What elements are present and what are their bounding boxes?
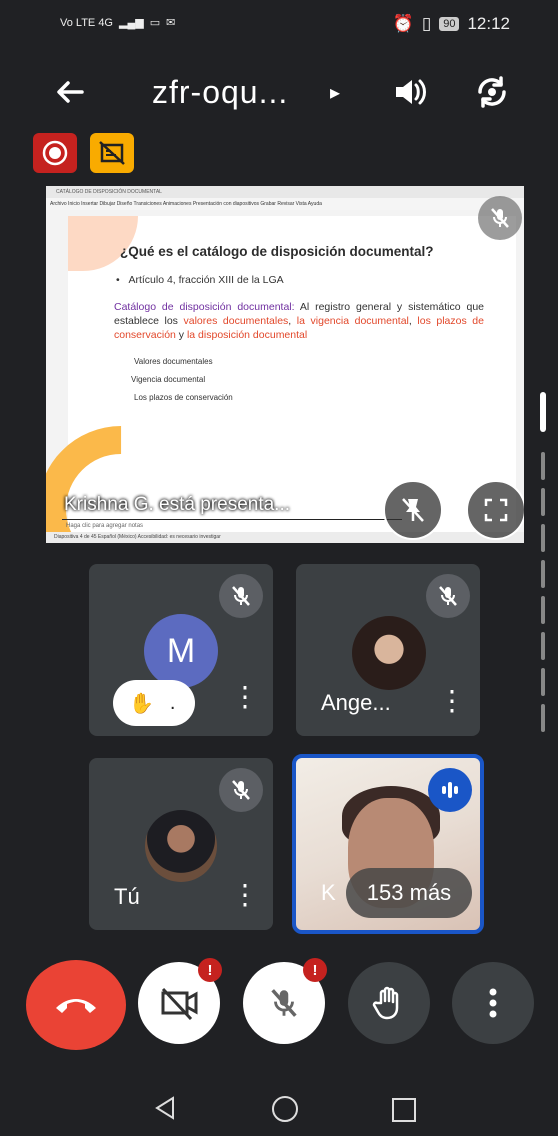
slide-paragraph: Catálogo de disposición documental: Al r… [114,300,484,342]
caret-right-icon[interactable]: ▸ [330,80,340,105]
bullet-text: Artículo 4, fracción XIII de la LGA [128,274,284,286]
para-text-2: , [288,315,297,327]
ppt-statusbar: Diapositiva 4 de 45 Español (México) Acc… [46,532,524,543]
system-nav-bar [0,1078,558,1136]
record-icon [42,140,68,166]
ppt-menubar: Archivo Inicio Insertar Dibujar Diseño T… [46,198,524,210]
slide-bullet: • Artículo 4, fracción XIII de la LGA [116,274,284,286]
muted-indicator [219,768,263,812]
muted-indicator [219,574,263,618]
clock: 12:12 [467,14,510,33]
speaking-indicator [428,768,472,812]
slide-title: ¿Qué es el catálogo de disposición docum… [120,244,434,259]
meeting-header: zfr-oqu... ▸ [0,58,558,128]
hand-icon [372,986,399,1020]
more-participants-button[interactable]: 153 más [346,868,472,918]
status-left: Vo LTE 4G ▂▄▆ ▭ ✉ [60,16,176,30]
more-vert-icon [489,988,497,1018]
alert-badge-icon: ! [198,958,222,982]
switch-camera-button[interactable] [472,72,512,112]
para-red-2: la vigencia documental [296,315,409,327]
audio-level-icon [442,782,458,798]
para-red-1: valores documentales [183,315,289,327]
battery-level: 90 [439,17,460,31]
presenter-divider [62,519,402,520]
muted-indicator [426,574,470,618]
nav-back-icon[interactable] [154,1096,176,1120]
mic-off-icon [232,586,250,606]
nav-home-icon[interactable] [272,1096,298,1122]
cast-icon: ▭ [149,17,161,29]
vibrate-icon: ▯ [421,14,432,33]
avatar [145,810,217,882]
camera-toggle-button[interactable]: ! [138,958,222,1044]
camera-off-icon [161,987,198,1020]
alert-badge-icon: ! [303,958,327,982]
participant-tile-self[interactable]: Tú ⋮ [89,758,273,930]
switch-camera-icon [478,76,506,108]
slide-item: Valores documentales [134,357,213,366]
hand-icon: ✋ [129,692,154,715]
raise-hand-button[interactable] [348,962,430,1044]
tile-options-button[interactable]: ⋮ [231,680,259,713]
para-text-4: y [175,329,187,341]
tile-options-button[interactable]: ⋮ [231,878,259,911]
captions-off-indicator[interactable] [90,133,134,173]
nav-recents-icon[interactable] [392,1098,416,1122]
alarm-icon: ⏰ [392,14,414,33]
mic-off-icon [491,208,509,228]
notes-hint: Haga clic para agregar notas [66,523,144,529]
speaker-icon [396,79,426,105]
hand-dot: . [169,691,176,714]
scrollbar[interactable] [540,392,546,732]
ppt-titlebar: CATÁLOGO DE DISPOSICIÓN DOCUMENTAL [46,186,524,198]
para-red-4: la disposición documental [186,329,308,341]
mic-off-icon [271,989,297,1017]
avatar [352,616,426,690]
end-call-button[interactable] [26,960,126,1050]
mic-off-icon [232,780,250,800]
recording-indicator[interactable] [33,133,77,173]
mic-off-icon [439,586,457,606]
participant-tile-ange[interactable]: Ange... ⋮ [296,564,480,736]
speaker-button[interactable] [390,72,430,112]
presenter-muted-indicator [478,196,522,240]
unpin-button[interactable] [383,480,443,540]
slide-item: Vigencia documental [131,375,206,384]
mail-icon: ✉ [166,17,176,29]
para-label: Catálogo de disposición documental: [114,301,295,313]
meeting-title[interactable]: zfr-oqu... [152,74,288,111]
pin-off-icon [402,498,424,522]
status-right: ⏰ ▯ 90 12:12 [393,14,510,34]
participant-name: K [321,880,336,905]
raised-hand-badge: ✋ . [113,680,195,726]
participant-tile-krishna[interactable]: K 153 más [292,754,484,934]
hang-up-icon [56,999,96,1013]
fullscreen-button[interactable] [466,480,524,540]
participant-name: Tú [114,884,140,909]
captions-off-icon [99,141,125,165]
slide-item: Los plazos de conservación [134,393,233,402]
fullscreen-icon [484,498,508,522]
status-bar: Vo LTE 4G ▂▄▆ ▭ ✉ ⏰ ▯ 90 12:12 [0,0,558,52]
more-options-button[interactable] [452,962,534,1044]
shared-screen[interactable]: CATÁLOGO DE DISPOSICIÓN DOCUMENTAL Archi… [46,186,524,543]
slide-decoration-ring [46,391,239,543]
avatar: M [144,614,218,688]
signal-icon: ▂▄▆ [119,17,144,29]
tile-options-button[interactable]: ⋮ [438,684,466,717]
network-indicator: Vo LTE 4G [60,16,113,29]
participant-tile-m[interactable]: M ✋ . ⋮ [89,564,273,736]
arrow-left-icon [57,81,84,103]
back-button[interactable] [50,72,90,112]
presenting-label: Krishna G. está presenta... [64,494,291,515]
participant-name: Ange... [321,690,391,715]
mic-toggle-button[interactable]: ! [243,958,327,1044]
